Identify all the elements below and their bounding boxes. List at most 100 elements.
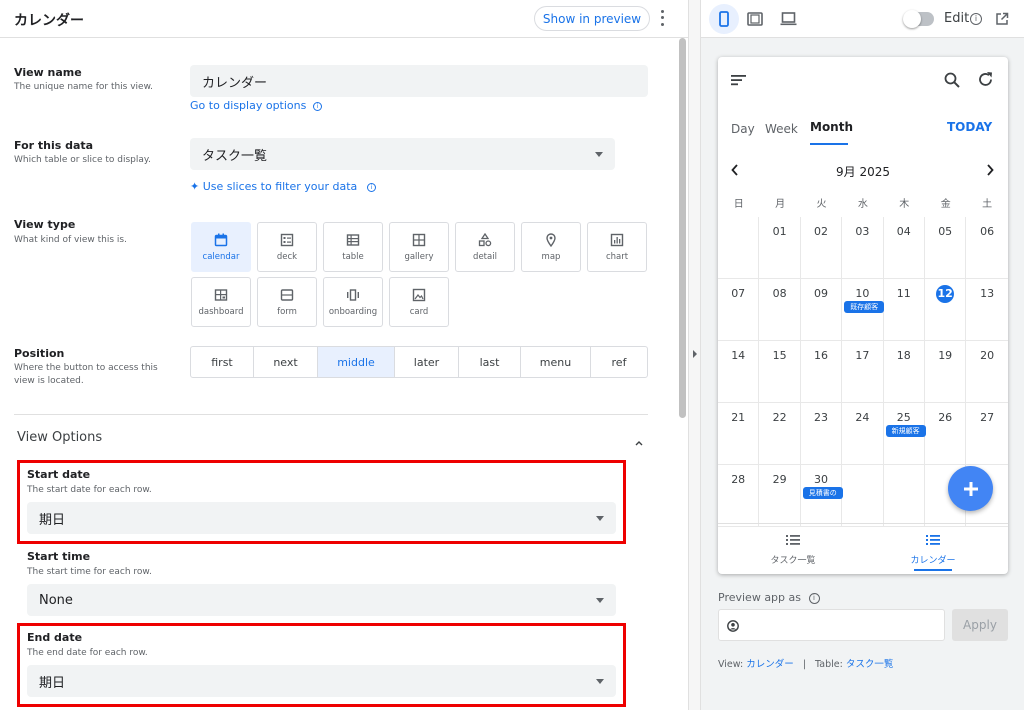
position-middle[interactable]: middle — [318, 347, 395, 377]
calendar-day-cell[interactable]: 26 — [925, 403, 967, 465]
calendar-day-cell[interactable]: 20 — [966, 341, 1008, 403]
calendar-day-cell[interactable]: 01 — [759, 217, 801, 279]
scrollbar[interactable] — [679, 38, 686, 418]
footer-view-link[interactable]: カレンダー — [746, 659, 794, 670]
chevron-right-icon[interactable] — [986, 164, 994, 176]
calendar-day-cell[interactable] — [883, 465, 925, 527]
position-menu[interactable]: menu — [521, 347, 591, 377]
for-data-select[interactable]: タスク一覧 — [190, 138, 615, 170]
open-in-new-icon[interactable] — [995, 12, 1009, 26]
view-type-detail[interactable]: detail — [455, 222, 515, 272]
tab-week[interactable]: Week — [765, 122, 798, 136]
calendar-day-cell[interactable]: 02 — [800, 217, 843, 279]
position-later[interactable]: later — [395, 347, 459, 377]
preview-panel: Edit i Day Week Month TODAY 9月 2025 01 02… — [701, 0, 1024, 710]
today-marker: 12 — [936, 285, 955, 303]
info-icon[interactable]: i — [970, 13, 982, 25]
tablet-mode-button[interactable] — [747, 11, 763, 30]
view-type-table[interactable]: table — [323, 222, 383, 272]
chevron-up-icon[interactable] — [635, 432, 643, 446]
info-icon[interactable]: i — [808, 592, 820, 604]
calendar-day-cell[interactable]: 06 — [966, 217, 1008, 279]
calendar-day-cell[interactable]: 30 見積書の — [800, 465, 843, 527]
add-button[interactable] — [948, 466, 993, 511]
view-type-form[interactable]: form — [257, 277, 317, 327]
calendar-day-cell[interactable]: 12 — [925, 279, 967, 341]
view-type-calendar[interactable]: calendar — [191, 222, 251, 272]
calendar-day-cell[interactable]: 09 — [800, 279, 843, 341]
calendar-day-cell[interactable]: 03 — [842, 217, 884, 279]
position-first[interactable]: first — [191, 347, 254, 377]
footer-separator: | — [802, 659, 807, 670]
calendar-day-cell[interactable]: 17 — [842, 341, 884, 403]
calendar-day-cell[interactable]: 18 — [883, 341, 925, 403]
calendar-day-cell[interactable] — [718, 217, 760, 279]
calendar-day-cell[interactable]: 14 — [718, 341, 760, 403]
calendar-day-cell[interactable]: 25 新規顧客 — [883, 403, 926, 465]
chevron-right-icon[interactable] — [692, 350, 698, 358]
calendar-day-cell[interactable]: 08 — [759, 279, 801, 341]
calendar-event[interactable]: 新規顧客 — [885, 425, 926, 437]
preview-as-input[interactable] — [718, 609, 945, 641]
calendar-day-cell[interactable]: 19 — [925, 341, 967, 403]
calendar-day-cell[interactable]: 10 既存顧客 — [842, 279, 885, 341]
calendar-day-cell[interactable]: 16 — [800, 341, 843, 403]
today-button[interactable]: TODAY — [947, 120, 992, 134]
calendar-day-cell[interactable]: 27 — [966, 403, 1008, 465]
view-type-onboarding[interactable]: onboarding — [323, 277, 383, 327]
calendar-day-cell[interactable]: 11 — [883, 279, 925, 341]
view-type-desc: What kind of view this is. — [14, 235, 127, 245]
start-time-select[interactable]: None — [27, 584, 616, 616]
calendar-day-cell[interactable]: 21 — [718, 403, 760, 465]
calendar-day-cell[interactable]: 07 — [718, 279, 760, 341]
sort-menu-icon[interactable] — [731, 74, 747, 86]
show-in-preview-button[interactable]: Show in preview — [534, 6, 650, 31]
end-date-select[interactable]: 期日 — [27, 665, 616, 697]
view-type-dashboard[interactable]: dashboard — [191, 277, 251, 327]
calendar-event[interactable]: 見積書の — [802, 487, 843, 499]
calendar-day-cell[interactable]: 23 — [800, 403, 843, 465]
tab-month[interactable]: Month — [810, 120, 853, 134]
phone-mode-button[interactable] — [709, 4, 739, 34]
position-segmented-control: first next middle later last menu ref — [190, 346, 648, 378]
weekday-header: 土 — [982, 199, 993, 210]
panel-divider[interactable] — [688, 0, 701, 710]
calendar-day-cell[interactable] — [842, 465, 884, 527]
calendar-event[interactable]: 既存顧客 — [844, 301, 885, 313]
end-date-label: End date — [27, 631, 83, 644]
nav-item-task-list[interactable]: タスク一覧 — [748, 531, 838, 566]
view-type-chart-label: chart — [605, 251, 629, 262]
search-icon[interactable] — [944, 72, 960, 88]
calendar-day-cell[interactable]: 28 — [718, 465, 760, 527]
tab-day[interactable]: Day — [731, 122, 755, 136]
view-name-input[interactable]: カレンダー — [190, 65, 648, 97]
display-options-link[interactable]: Go to display options i — [190, 99, 322, 112]
calendar-day-cell[interactable]: 04 — [883, 217, 925, 279]
position-last[interactable]: last — [459, 347, 521, 377]
view-type-map[interactable]: map — [521, 222, 581, 272]
position-next[interactable]: next — [254, 347, 318, 377]
more-options-icon[interactable] — [655, 8, 669, 28]
footer-table-link[interactable]: タスク一覧 — [846, 659, 894, 670]
view-type-gallery[interactable]: gallery — [389, 222, 449, 272]
view-type-chart[interactable]: chart — [587, 222, 647, 272]
calendar-day-cell[interactable]: 29 — [759, 465, 801, 527]
day-number: 30 — [813, 473, 828, 486]
nav-item-calendar[interactable]: カレンダー — [888, 531, 978, 566]
calendar-day-cell[interactable]: 15 — [759, 341, 801, 403]
apply-button[interactable]: Apply — [952, 609, 1008, 641]
position-ref[interactable]: ref — [591, 347, 647, 377]
display-options-link-text[interactable]: Go to display options — [190, 99, 306, 112]
start-date-select[interactable]: 期日 — [27, 502, 616, 534]
desktop-mode-button[interactable] — [780, 11, 797, 30]
use-slices-link-text[interactable]: Use slices to filter your data — [203, 180, 358, 193]
view-type-card[interactable]: card — [389, 277, 449, 327]
calendar-day-cell[interactable]: 22 — [759, 403, 801, 465]
calendar-day-cell[interactable]: 24 — [842, 403, 884, 465]
use-slices-link[interactable]: ✦ Use slices to filter your data i — [190, 180, 376, 193]
calendar-day-cell[interactable]: 05 — [925, 217, 967, 279]
edit-toggle[interactable] — [903, 10, 934, 28]
calendar-day-cell[interactable]: 13 — [966, 279, 1008, 341]
refresh-icon[interactable] — [977, 71, 994, 88]
view-type-deck[interactable]: deck — [257, 222, 317, 272]
